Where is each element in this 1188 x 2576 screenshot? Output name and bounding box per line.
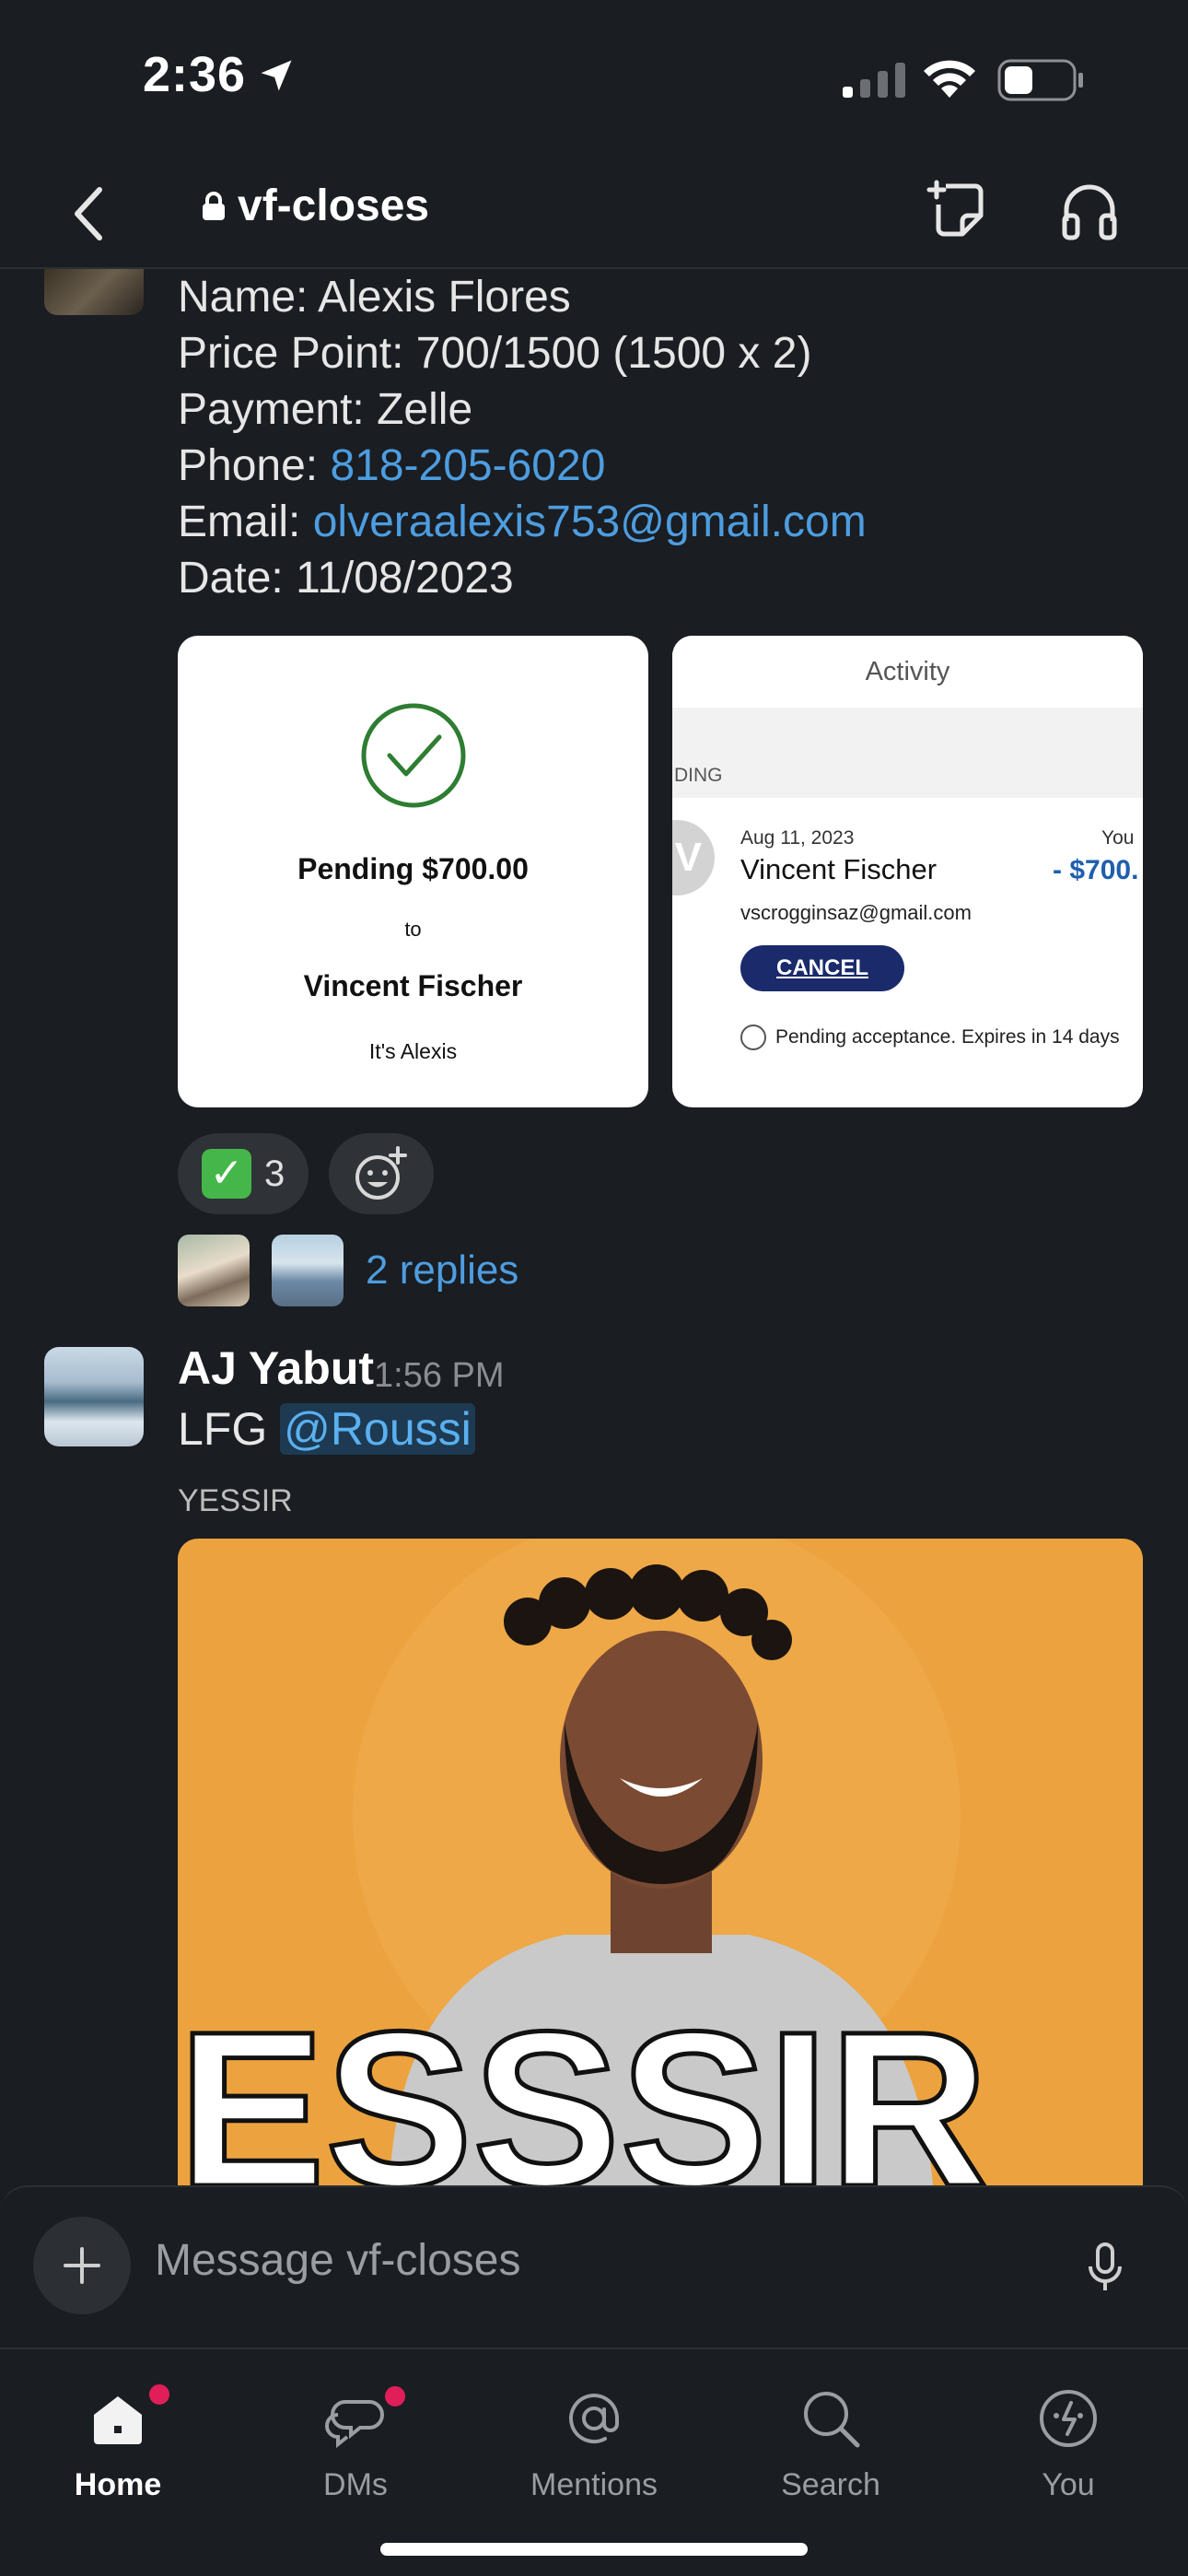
- microphone-icon[interactable]: [1087, 2241, 1124, 2296]
- at-sign-icon: [569, 2394, 619, 2444]
- check-emoji-icon: ✓: [202, 1149, 251, 1199]
- tab-you-icon-wrap: [976, 2368, 1160, 2469]
- activity-date: Aug 11, 2023: [740, 827, 855, 849]
- contact-avatar: V: [672, 820, 715, 896]
- canvas-icon[interactable]: [926, 177, 990, 243]
- payment-screenshot-2[interactable]: Activity DING V Aug 11, 2023 You Vincent…: [672, 636, 1143, 1107]
- tab-label: Mentions: [530, 2467, 658, 2502]
- dms-icon: [325, 2400, 384, 2448]
- tab-label: Home: [74, 2467, 162, 2502]
- date-line: Date: 11/08/2023: [178, 554, 514, 603]
- status-time: 2:36: [143, 47, 247, 102]
- location-arrow-icon: [261, 60, 292, 91]
- home-indicator: [380, 2543, 808, 2556]
- channel-title[interactable]: vf-closes: [201, 181, 429, 231]
- bottom-tab-bar: Home DMs Mentions Search You: [0, 2348, 1188, 2576]
- tab-you[interactable]: You: [976, 2368, 1160, 2503]
- message-text: LFG @Roussi: [178, 1402, 475, 1456]
- tab-dms-icon-wrap: [263, 2368, 448, 2469]
- message-feed[interactable]: Name: Alexis Flores Price Point: 700/150…: [0, 269, 1188, 2185]
- payment-screenshot-1[interactable]: Pending $700.00 to Vincent Fischer It's …: [178, 636, 648, 1107]
- search-icon: [804, 2392, 860, 2448]
- tab-label: DMs: [323, 2467, 388, 2502]
- thread-replies[interactable]: 2 replies: [178, 1235, 518, 1306]
- message-composer: Message vf-closes: [0, 2185, 1188, 2348]
- pending-section-label: DING: [674, 765, 723, 786]
- home-icon: [94, 2396, 142, 2444]
- email-line: Email: olveraalexis753@gmail.com: [178, 494, 867, 550]
- payment-note: It's Alexis: [368, 1039, 458, 1063]
- cancel-button: CANCEL: [740, 945, 904, 991]
- gif-title: YESSIR: [178, 1483, 293, 1518]
- gif-caption: ESSSIR: [178, 1985, 988, 2185]
- clock-icon: [740, 1025, 766, 1050]
- wifi-icon: [924, 60, 975, 98]
- channel-header: vf-closes: [0, 157, 1188, 269]
- reply-avatar: [178, 1235, 250, 1306]
- headphones-icon[interactable]: [1059, 177, 1120, 243]
- lock-icon: [203, 191, 225, 220]
- activity-band: [672, 708, 1143, 798]
- expire-note: Pending acceptance. Expires in 14 days: [740, 1025, 1120, 1050]
- message-time: 1:56 PM: [374, 1356, 505, 1395]
- tab-mentions-icon-wrap: [502, 2368, 686, 2469]
- expire-text: Pending acceptance. Expires in 14 days: [775, 1026, 1120, 1048]
- cellular-signal-icon: [843, 63, 905, 98]
- activity-header: Activity: [672, 636, 1143, 708]
- gif-image[interactable]: ESSSIR: [178, 1539, 1143, 2185]
- avatar[interactable]: [44, 269, 144, 315]
- email-label: Email:: [178, 498, 313, 546]
- name-line: Name: Alexis Flores: [178, 273, 571, 322]
- message-body: Name: Alexis Flores Price Point: 700/150…: [178, 269, 867, 606]
- reactions-row: ✓ 3: [178, 1133, 435, 1214]
- dms-badge: [381, 2383, 409, 2410]
- add-emoji-icon: [355, 1146, 408, 1200]
- tab-home[interactable]: Home: [26, 2368, 210, 2503]
- replies-link[interactable]: 2 replies: [366, 1247, 518, 1294]
- message-input[interactable]: Message vf-closes: [155, 2235, 520, 2286]
- add-reaction-button[interactable]: [329, 1133, 435, 1214]
- author-name[interactable]: AJ Yabut: [178, 1341, 374, 1395]
- tab-mentions[interactable]: Mentions: [502, 2368, 686, 2503]
- checkmark-circle-icon: [361, 703, 466, 808]
- message-text-body: LFG: [178, 1403, 281, 1455]
- user-mention[interactable]: @Roussi: [280, 1403, 475, 1455]
- phone-link[interactable]: 818-205-6020: [330, 441, 605, 490]
- plus-icon: [64, 2247, 100, 2284]
- tab-dms[interactable]: DMs: [263, 2368, 448, 2503]
- phone-line: Phone: 818-205-6020: [178, 438, 867, 494]
- tab-search-icon-wrap: [739, 2368, 923, 2469]
- check-reaction[interactable]: ✓ 3: [178, 1133, 309, 1214]
- gif-illustration: ESSSIR: [178, 1539, 991, 2185]
- activity-you: You: [1101, 827, 1135, 849]
- tab-label: You: [1042, 2467, 1095, 2502]
- activity-email: vscrogginsaz@gmail.com: [740, 901, 972, 924]
- price-line: Price Point: 700/1500 (1500 x 2): [178, 329, 812, 378]
- status-bar: 2:36: [0, 0, 1188, 157]
- reaction-count: 3: [264, 1153, 285, 1194]
- reply-avatar: [272, 1235, 344, 1306]
- recipient-name: Vincent Fischer: [303, 969, 523, 1002]
- activity-amount: - $700.: [1053, 855, 1139, 885]
- tab-label: Search: [781, 2467, 880, 2502]
- phone-label: Phone:: [178, 441, 331, 490]
- channel-name: vf-closes: [238, 181, 430, 230]
- tab-home-icon-wrap: [26, 2368, 210, 2469]
- profile-status-icon: [1040, 2390, 1097, 2447]
- to-label: to: [404, 918, 422, 941]
- back-chevron-icon[interactable]: [64, 177, 111, 251]
- activity-recipient: Vincent Fischer: [740, 853, 938, 885]
- pending-amount: Pending $700.00: [297, 852, 529, 885]
- avatar[interactable]: [44, 1347, 144, 1446]
- battery-icon: [997, 59, 1083, 101]
- tab-search[interactable]: Search: [739, 2368, 923, 2503]
- attach-button[interactable]: [33, 2217, 131, 2314]
- email-link[interactable]: olveraalexis753@gmail.com: [313, 498, 867, 546]
- home-badge: [146, 2381, 173, 2408]
- payment-line: Payment: Zelle: [178, 385, 473, 434]
